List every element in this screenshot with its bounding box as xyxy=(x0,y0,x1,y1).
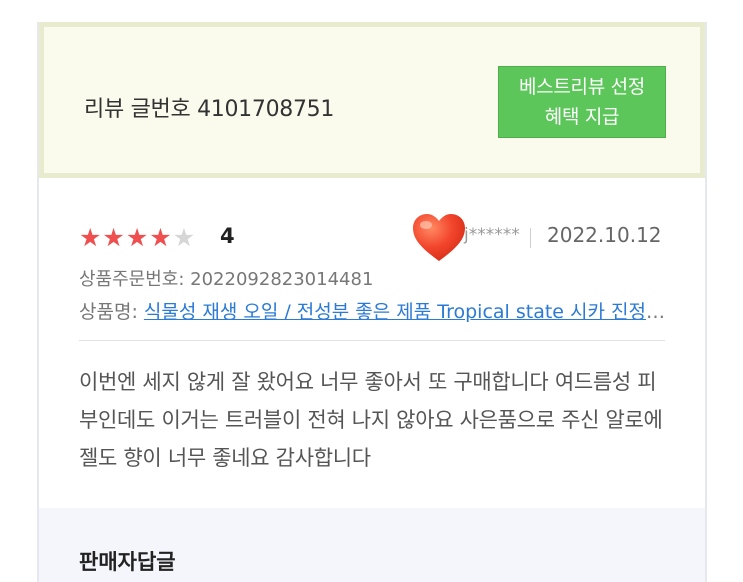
star-icon: ★ xyxy=(172,223,196,252)
reviewer-id: j****** xyxy=(464,225,520,245)
order-number: 2022092823014481 xyxy=(190,269,374,290)
rating-score: 4 xyxy=(220,224,235,248)
product-name-row: 상품명: 식물성 재생 오일 / 전성분 좋은 제품 Tropical stat… xyxy=(79,297,669,324)
divider xyxy=(79,340,665,341)
product-name-label: 상품명: xyxy=(79,301,144,323)
review-date: 2022.10.12 xyxy=(547,223,662,247)
star-icon: ★ xyxy=(79,223,102,252)
divider xyxy=(530,228,531,248)
best-review-sublabel: 혜택 지급 xyxy=(544,106,620,128)
star-icon: ★ xyxy=(125,223,149,252)
review-header: 리뷰 글번호 4101708751 베스트리뷰 선정 혜택 지급 xyxy=(39,22,705,178)
heart-icon xyxy=(413,214,465,261)
best-review-button[interactable]: 베스트리뷰 선정 혜택 지급 xyxy=(498,66,666,138)
review-body: ★ ★ ★ ★ ★ 4 j****** 2022.10.12 상품주문번호: 2… xyxy=(39,178,705,508)
star-icon: ★ xyxy=(102,223,125,252)
review-content: 이번엔 세지 않게 잘 왔어요 너무 좋아서 또 구매합니다 여드름성 피부인데… xyxy=(79,370,663,470)
star-rating: ★ ★ ★ ★ ★ xyxy=(79,225,196,251)
product-name-link[interactable]: 식물성 재생 오일 / 전성분 좋은 제품 Tropical state 시카 … xyxy=(144,301,669,323)
best-review-label: 베스트리뷰 선정 xyxy=(518,76,645,98)
order-number-row: 상품주문번호: 2022092823014481 xyxy=(79,265,373,291)
review-card: 리뷰 글번호 4101708751 베스트리뷰 선정 혜택 지급 ★ ★ ★ ★… xyxy=(37,22,707,582)
seller-reply-section: 판매자답글 xyxy=(39,508,705,582)
review-number: 리뷰 글번호 4101708751 xyxy=(84,97,335,122)
seller-reply-title: 판매자답글 xyxy=(79,550,176,574)
order-number-label: 상품주문번호: xyxy=(79,269,191,290)
star-icon: ★ xyxy=(149,223,172,252)
